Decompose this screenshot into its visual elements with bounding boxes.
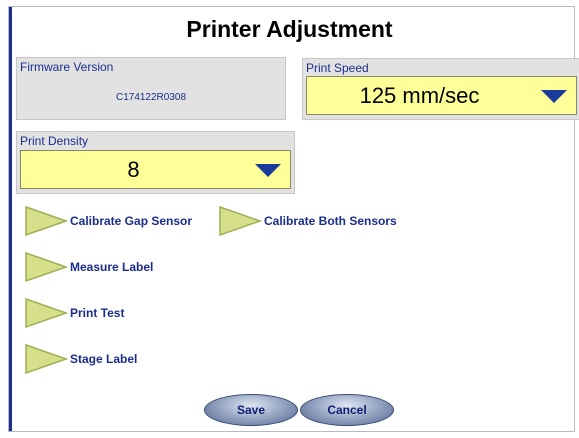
print-density-select[interactable]: 8: [20, 150, 291, 189]
chevron-down-icon[interactable]: [248, 153, 288, 186]
firmware-version-label: Firmware Version: [20, 60, 114, 74]
play-triangle-icon: [219, 205, 262, 237]
firmware-version-value: C174122R0308: [115, 92, 187, 103]
print-density-panel: Print Density 8: [16, 131, 295, 194]
page-title: Printer Adjustment: [186, 16, 393, 42]
stage-label-button[interactable]: Stage Label: [24, 343, 137, 375]
print-speed-panel: Print Speed 125 mm/sec: [302, 58, 579, 120]
print-speed-select[interactable]: 125 mm/sec: [306, 76, 577, 115]
calibrate-both-sensors-button[interactable]: Calibrate Both Sensors: [218, 205, 397, 237]
calibrate-gap-sensor-button[interactable]: Calibrate Gap Sensor: [24, 205, 192, 237]
cancel-button[interactable]: Cancel: [300, 394, 394, 426]
play-triangle-icon: [25, 343, 68, 375]
stage-label-label: Stage Label: [70, 352, 138, 366]
print-density-value: 8: [127, 156, 140, 182]
print-test-label: Print Test: [70, 306, 125, 320]
save-button[interactable]: Save: [204, 394, 298, 426]
print-test-button[interactable]: Print Test: [24, 297, 124, 329]
measure-label-label: Measure Label: [70, 260, 154, 274]
calibrate-gap-sensor-label: Calibrate Gap Sensor: [70, 214, 193, 228]
calibrate-both-sensors-label: Calibrate Both Sensors: [264, 214, 397, 228]
firmware-version-panel: Firmware Version C174122R0308: [16, 57, 286, 120]
measure-label-button[interactable]: Measure Label: [24, 251, 153, 283]
print-speed-value: 125 mm/sec: [359, 82, 480, 108]
print-density-label: Print Density: [20, 134, 89, 148]
frame-left-edge: [9, 7, 12, 431]
chevron-down-icon[interactable]: [534, 79, 574, 112]
play-triangle-icon: [25, 297, 68, 329]
print-speed-label: Print Speed: [306, 61, 369, 75]
play-triangle-icon: [25, 251, 68, 283]
play-triangle-icon: [25, 205, 68, 237]
